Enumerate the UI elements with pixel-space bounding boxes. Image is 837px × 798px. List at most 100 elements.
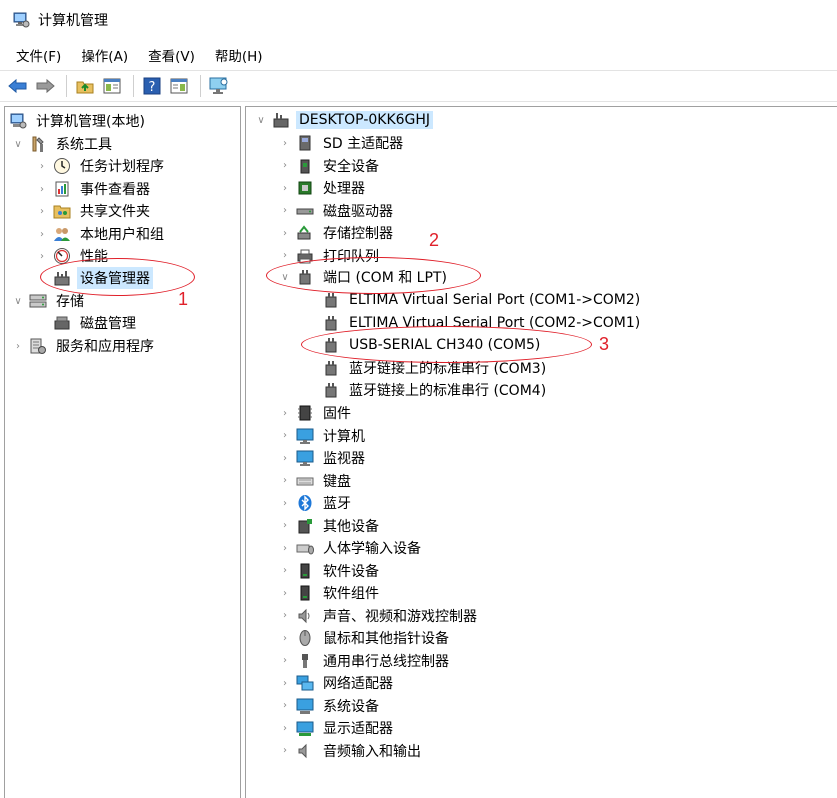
tree-item-category[interactable]: › 鼠标和其他指针设备 [278, 627, 452, 649]
chevron-right-icon[interactable]: › [278, 740, 292, 762]
network-adapter-icon [296, 674, 314, 692]
tree-item-category[interactable]: › 软件设备 [278, 560, 382, 582]
tree-item-category[interactable]: › 固件 [278, 402, 354, 424]
chevron-right-icon[interactable]: › [278, 605, 292, 627]
chevron-right-icon[interactable]: › [278, 155, 292, 177]
tree-item-event-viewer[interactable]: › 事件查看器 [35, 178, 153, 200]
tree-item-category[interactable]: › 音频输入和输出 [278, 740, 424, 762]
chevron-right-icon[interactable]: › [278, 672, 292, 694]
port-icon [296, 268, 314, 286]
chevron-right-icon[interactable]: › [278, 425, 292, 447]
port-icon [322, 314, 340, 332]
toolbar: ? [0, 70, 837, 102]
tree-item-label: 监视器 [323, 451, 365, 467]
tree-item-category[interactable]: › 监视器 [278, 447, 368, 469]
tree-item-category[interactable]: › 声音、视频和游戏控制器 [278, 605, 480, 627]
chevron-right-icon[interactable]: › [278, 245, 292, 267]
tree-item-system-tools[interactable]: ∨ 系统工具 [11, 133, 115, 155]
menu-file[interactable]: 文件(F) [6, 43, 71, 67]
chevron-right-icon[interactable]: › [278, 132, 292, 154]
chevron-right-icon[interactable]: › [278, 402, 292, 424]
chevron-right-icon[interactable]: › [35, 200, 49, 222]
monitor-properties-icon[interactable] [207, 74, 231, 98]
chevron-right-icon[interactable]: › [278, 582, 292, 604]
chevron-right-icon[interactable]: › [35, 245, 49, 267]
menu-action[interactable]: 操作(A) [71, 43, 138, 67]
tree-item-label: 声音、视频和游戏控制器 [323, 608, 477, 625]
tree-item-category[interactable]: › 磁盘驱动器 [278, 200, 396, 222]
chevron-down-icon[interactable]: ∨ [254, 109, 268, 131]
chevron-right-icon[interactable]: › [278, 537, 292, 559]
tree-item-category[interactable]: › SD 主适配器 [278, 132, 406, 154]
svg-text:?: ? [149, 80, 156, 95]
tree-item-performance[interactable]: › 性能 [35, 245, 111, 267]
tree-item-category[interactable]: › 软件组件 [278, 582, 382, 604]
tree-item-category[interactable]: › 安全设备 [278, 155, 382, 177]
device-tree-pane[interactable]: ∨ DESKTOP-0KK6GHJ › SD 主适配器 › 安全设备 › 处理器 › 磁盘驱动… [245, 106, 837, 798]
show-hide-action-pane-icon[interactable] [167, 74, 191, 98]
tree-item-label: ELTIMA Virtual Serial Port (COM1->COM2) [349, 292, 641, 308]
chevron-right-icon[interactable]: › [35, 223, 49, 245]
tree-item-label: 鼠标和其他指针设备 [323, 631, 449, 647]
tree-item-port-device[interactable]: 蓝牙链接上的标准串行 (COM4) [322, 379, 549, 401]
forward-arrow-icon[interactable] [33, 74, 57, 98]
chevron-right-icon[interactable]: › [278, 222, 292, 244]
tree-item-category[interactable]: › 显示适配器 [278, 717, 396, 739]
tree-item-shared-folders[interactable]: › 共享文件夹 [35, 200, 153, 222]
help-icon[interactable]: ? [140, 74, 164, 98]
chevron-right-icon[interactable]: › [278, 515, 292, 537]
chevron-down-icon[interactable]: ∨ [11, 290, 25, 312]
chevron-right-icon[interactable]: › [278, 695, 292, 717]
tree-item-local-users-groups[interactable]: › 本地用户和组 [35, 223, 167, 245]
chevron-right-icon[interactable]: › [278, 560, 292, 582]
chevron-right-icon[interactable]: › [278, 447, 292, 469]
chevron-right-icon[interactable]: › [35, 178, 49, 200]
chevron-down-icon[interactable]: ∨ [11, 133, 25, 155]
tree-item-category[interactable]: › 网络适配器 [278, 672, 396, 694]
tree-item-category[interactable]: › 其他设备 [278, 515, 382, 537]
annotation-number-1: 1 [178, 289, 189, 309]
tree-item-category[interactable]: › 存储控制器 [278, 222, 396, 244]
tree-item-label: ELTIMA Virtual Serial Port (COM2->COM1) [349, 314, 641, 331]
menu-view[interactable]: 查看(V) [138, 43, 205, 67]
tree-item-category[interactable]: › 系统设备 [278, 695, 382, 717]
back-arrow-icon[interactable] [6, 74, 30, 98]
tree-item-category[interactable]: › 人体学输入设备 [278, 537, 424, 559]
tree-item-task-scheduler[interactable]: › 任务计划程序 [35, 155, 167, 177]
tree-item-category[interactable]: › 处理器 [278, 177, 368, 199]
firmware-icon [296, 404, 314, 422]
tree-item-storage[interactable]: ∨ 存储 [11, 290, 87, 312]
tree-item-device-manager[interactable]: 设备管理器 [53, 267, 153, 289]
tree-item-computer-management-local[interactable]: 计算机管理(本地) [9, 110, 148, 132]
tree-item-category[interactable]: › 计算机 [278, 425, 368, 447]
tree-item-category[interactable]: › 打印队列 [278, 245, 382, 267]
up-folder-icon[interactable] [73, 74, 97, 98]
tree-item-disk-management[interactable]: 磁盘管理 [53, 312, 139, 334]
tree-item-port-device[interactable]: USB-SERIAL CH340 (COM5) [322, 334, 543, 356]
chevron-right-icon[interactable]: › [35, 155, 49, 177]
tree-item-port-device[interactable]: 蓝牙链接上的标准串行 (COM3) [322, 357, 549, 379]
show-hide-console-tree-icon[interactable] [100, 74, 124, 98]
tree-item-category[interactable]: › 键盘 [278, 470, 354, 492]
tree-item-ports[interactable]: ∨ 端口 (COM 和 LPT) [278, 266, 450, 288]
chevron-right-icon[interactable]: › [278, 650, 292, 672]
chevron-right-icon[interactable]: › [278, 717, 292, 739]
chevron-right-icon[interactable]: › [278, 200, 292, 222]
chevron-right-icon[interactable]: › [278, 470, 292, 492]
tree-item-port-device[interactable]: ELTIMA Virtual Serial Port (COM1->COM2) [322, 289, 643, 311]
chevron-right-icon[interactable]: › [278, 177, 292, 199]
console-tree-pane[interactable]: 计算机管理(本地) ∨ 系统工具 › 任务计划程序 › 事件查看器 › 共享文件… [4, 106, 241, 798]
chevron-right-icon[interactable]: › [11, 335, 25, 357]
usb-icon [296, 652, 314, 670]
chevron-right-icon[interactable]: › [278, 627, 292, 649]
tree-item-category[interactable]: › 蓝牙 [278, 492, 354, 514]
tree-item-services-applications[interactable]: › 服务和应用程序 [11, 335, 157, 357]
tree-item-category[interactable]: › 通用串行总线控制器 [278, 650, 452, 672]
toolbar-separator [133, 75, 134, 97]
software-device-icon [296, 562, 314, 580]
tree-item-port-device[interactable]: ELTIMA Virtual Serial Port (COM2->COM1) [322, 312, 643, 334]
chevron-right-icon[interactable]: › [278, 492, 292, 514]
tree-item-computer-root[interactable]: ∨ DESKTOP-0KK6GHJ [254, 109, 434, 131]
chevron-down-icon[interactable]: ∨ [278, 266, 292, 288]
menu-help[interactable]: 帮助(H) [205, 43, 273, 67]
